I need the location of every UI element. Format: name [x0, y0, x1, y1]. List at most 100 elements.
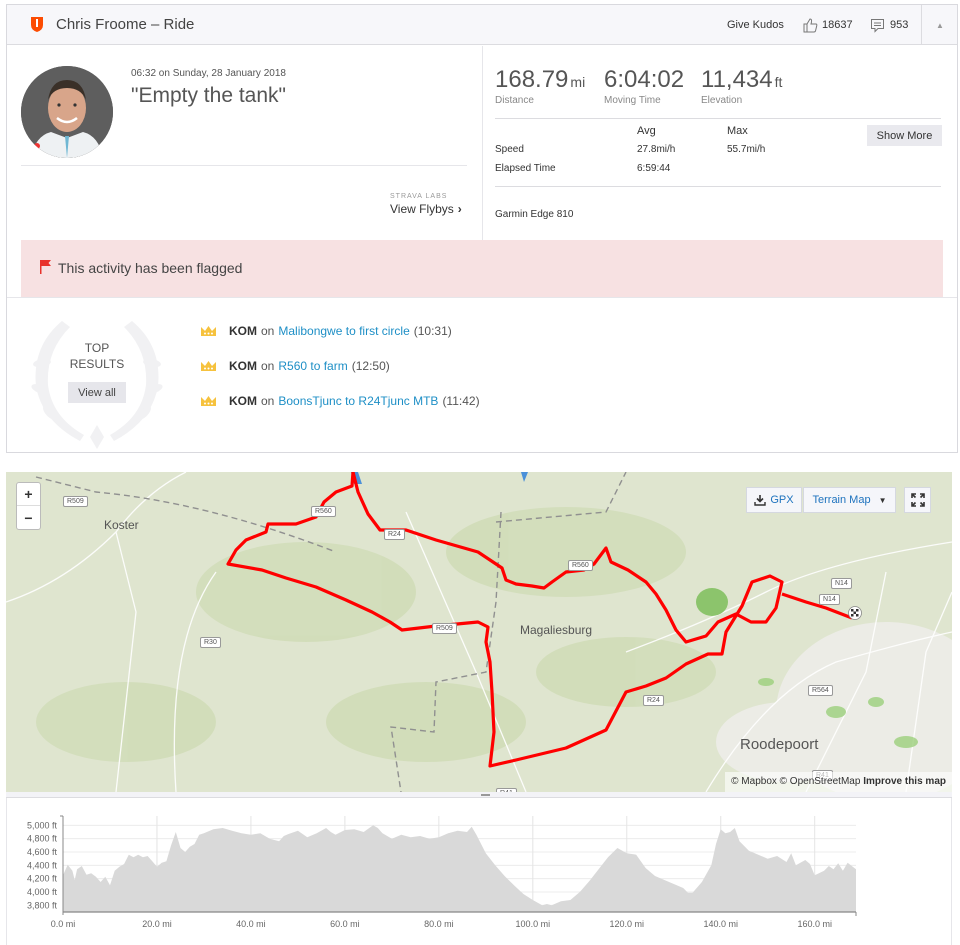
max-header: Max [727, 125, 748, 137]
zoom-out-button[interactable]: − [17, 506, 40, 529]
road-shield: R560 [568, 560, 593, 571]
x-tick-label: 40.0 mi [236, 919, 266, 929]
view-all-button[interactable]: View all [68, 382, 126, 403]
elevation-value: 11,434 [701, 66, 773, 93]
device-name: Garmin Edge 810 [495, 209, 574, 220]
zoom-control: + − [16, 482, 41, 530]
road-shield: R24 [643, 695, 664, 706]
kom-badge: KOM [229, 359, 257, 373]
x-tick-label: 100.0 mi [516, 919, 551, 929]
gpx-label: GPX [770, 494, 794, 506]
collapse-button[interactable]: ▲ [922, 5, 958, 45]
place-label-magaliesburg: Magaliesburg [520, 623, 593, 637]
caret-down-icon: ▼ [878, 495, 887, 505]
speed-max: 55.7mi/h [727, 144, 766, 155]
x-tick-label: 80.0 mi [424, 919, 454, 929]
segment-time: (11:42) [442, 394, 480, 408]
athlete-avatar[interactable] [21, 66, 113, 158]
road-shield: N14 [831, 578, 852, 589]
x-tick-label: 120.0 mi [610, 919, 645, 929]
distance-unit: mi [570, 74, 586, 90]
stat-distance: 168.79 mi Distance [495, 67, 586, 107]
crown-icon [201, 326, 216, 336]
road-shield: R30 [200, 637, 221, 648]
moving-time-value: 6:04:02 [604, 66, 685, 93]
activity-name: "Empty the tank" [131, 84, 286, 107]
flag-icon [40, 260, 51, 274]
segment-link[interactable]: R560 to farm [278, 359, 347, 373]
elevation-unit: ft [774, 74, 783, 90]
map-attribution: © Mapbox © OpenStreetMap Improve this ma… [725, 772, 952, 792]
flagged-text: This activity has been flagged [58, 260, 243, 276]
thumbs-up-icon[interactable] [802, 17, 818, 33]
segment-time: (10:31) [413, 324, 452, 338]
elevation-chart: 3,800 ft 4,000 ft 4,200 ft 4,400 ft 4,600 ft… [27, 815, 857, 929]
x-tick-label: 20.0 mi [142, 919, 172, 929]
x-tick-label: 160.0 mi [797, 919, 832, 929]
avg-header: Avg [637, 125, 656, 137]
road-shield: R24 [384, 529, 405, 540]
y-tick-label: 4,600 ft [27, 847, 58, 857]
route-map[interactable]: Koster Magaliesburg Roodepoort R509 R560… [6, 472, 952, 792]
comment-count[interactable]: 953 [890, 19, 908, 31]
kom-badge: KOM [229, 324, 257, 338]
divider [495, 118, 941, 119]
crown-icon [201, 361, 216, 371]
top-results-heading: TOP RESULTS [51, 340, 143, 372]
distance-label: Distance [495, 95, 534, 106]
map-type-label: Terrain Map [812, 494, 871, 506]
zoom-in-button[interactable]: + [17, 483, 40, 506]
elevation-label: Elevation [701, 95, 743, 106]
elevation-profile[interactable]: 3,800 ft 4,000 ft 4,200 ft 4,400 ft 4,600 ft… [6, 798, 952, 945]
kom-on: on [261, 324, 275, 338]
strava-labs-label: STRAVA LABS [390, 193, 448, 200]
give-kudos-button[interactable]: Give Kudos [727, 19, 784, 31]
road-shield: R560 [311, 506, 336, 517]
place-label-roodepoort: Roodepoort [740, 736, 819, 753]
road-shield: R509 [63, 496, 88, 507]
kom-item: KOM on BoonsTjunc to R24Tjunc MTB (11:42… [200, 394, 480, 408]
view-flybys-link[interactable]: View Flybys › [390, 202, 462, 216]
divider [495, 186, 941, 187]
finish-flag-icon [848, 606, 862, 620]
kom-item: KOM on Malibongwe to first circle (10:31… [200, 324, 452, 338]
view-flybys-label: View Flybys [390, 202, 454, 216]
kom-badge: KOM [229, 394, 257, 408]
vertical-divider [482, 46, 483, 240]
caret-up-icon: ▲ [936, 20, 944, 30]
road-shield: N14 [819, 594, 840, 605]
speed-avg: 27.8mi/h [637, 144, 676, 155]
comment-icon[interactable] [870, 18, 885, 33]
top-results-line2: RESULTS [69, 357, 125, 371]
moving-time-label: Moving Time [604, 95, 661, 106]
speed-label: Speed [495, 144, 524, 155]
show-more-button[interactable]: Show More [867, 125, 942, 146]
kom-on: on [261, 359, 275, 373]
divider [21, 165, 467, 166]
resize-handle[interactable] [481, 794, 490, 796]
kom-on: on [261, 394, 275, 408]
y-tick-label: 4,400 ft [27, 860, 58, 870]
map-type-dropdown[interactable]: Terrain Map ▼ [803, 487, 896, 513]
top-results-line1: TOP [84, 341, 110, 355]
segment-time: (12:50) [351, 359, 390, 373]
segment-link[interactable]: BoonsTjunc to R24Tjunc MTB [278, 394, 438, 408]
y-tick-label: 4,800 ft [27, 834, 58, 844]
fullscreen-button[interactable] [904, 487, 931, 513]
segment-link[interactable]: Malibongwe to first circle [278, 324, 409, 338]
y-tick-label: 5,000 ft [27, 820, 58, 830]
activity-card: Chris Froome – Ride Give Kudos 18637 953… [6, 4, 958, 453]
road-shield: R564 [808, 685, 833, 696]
place-label-koster: Koster [104, 518, 139, 532]
strava-shield-icon [31, 17, 43, 32]
y-tick-label: 3,800 ft [27, 900, 58, 910]
activity-datetime: 06:32 on Sunday, 28 January 2018 [131, 68, 286, 79]
activity-title: Chris Froome – Ride [56, 16, 195, 33]
x-tick-label: 140.0 mi [703, 919, 738, 929]
download-gpx-button[interactable]: GPX [746, 487, 802, 513]
x-tick-label: 0.0 mi [51, 919, 76, 929]
kudos-count[interactable]: 18637 [822, 19, 853, 31]
download-icon [754, 495, 767, 506]
attribution-text[interactable]: © Mapbox © OpenStreetMap [731, 776, 860, 787]
improve-map-link[interactable]: Improve this map [863, 776, 946, 787]
